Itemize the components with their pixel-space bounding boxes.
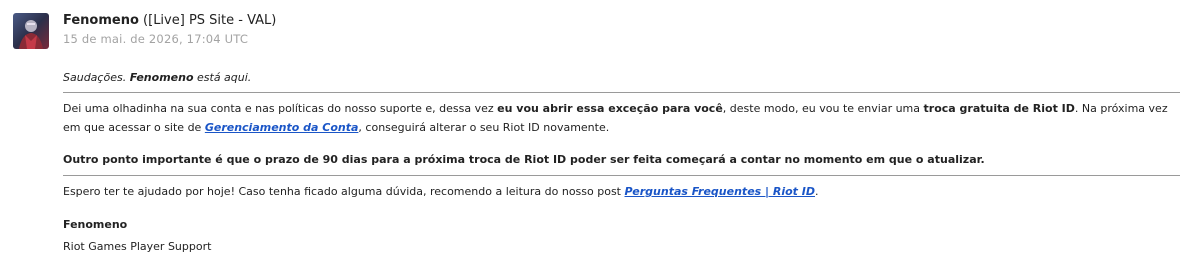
account-management-link[interactable]: Gerenciamento da Conta xyxy=(205,121,359,134)
divider xyxy=(63,92,1180,93)
paragraph-2-text: Outro ponto importante é que o prazo de … xyxy=(63,153,985,166)
author-line: Fenomeno ([Live] PS Site - VAL) xyxy=(63,12,276,30)
author-group: ([Live] PS Site - VAL) xyxy=(143,13,277,28)
comment-timestamp: 15 de mai. de 2026, 17:04 UTC xyxy=(63,32,249,46)
author-name[interactable]: Fenomeno xyxy=(63,13,139,28)
comment-body: Saudações. Fenomeno está aqui. Dei uma o… xyxy=(63,68,1180,256)
avatar-image xyxy=(13,13,49,49)
paragraph-1-text: , conseguirá alterar o seu Riot ID novam… xyxy=(358,121,610,134)
paragraph-3-text: . xyxy=(815,185,819,198)
paragraph-1: Dei uma olhadinha na sua conta e nas pol… xyxy=(63,99,1180,137)
greeting-name: Fenomeno xyxy=(129,71,194,84)
greeting: Saudações. Fenomeno está aqui. xyxy=(63,68,1180,87)
signature-name: Fenomeno xyxy=(63,218,128,231)
paragraph-1-bold-riot-id: troca gratuita de Riot ID xyxy=(923,102,1075,115)
paragraph-1-text: Dei uma olhadinha na sua conta e nas pol… xyxy=(63,102,498,115)
paragraph-3-text: Espero ter te ajudado por hoje! Caso ten… xyxy=(63,185,625,198)
divider xyxy=(63,175,1180,176)
paragraph-1-bold-exception: eu vou abrir essa exceção para você xyxy=(497,102,723,115)
greeting-suffix: está aqui. xyxy=(193,71,252,84)
faq-riot-id-link[interactable]: Perguntas Frequentes | Riot ID xyxy=(625,185,816,198)
agent-avatar[interactable] xyxy=(13,13,49,49)
ticket-comment: Fenomeno ([Live] PS Site - VAL) 15 de ma… xyxy=(0,0,1200,270)
paragraph-1-text: , deste modo, eu vou te enviar uma xyxy=(722,102,924,115)
paragraph-3: Espero ter te ajudado por hoje! Caso ten… xyxy=(63,182,1180,201)
paragraph-2: Outro ponto importante é que o prazo de … xyxy=(63,150,1180,169)
greeting-prefix: Saudações. xyxy=(63,71,130,84)
signature-team: Riot Games Player Support xyxy=(63,240,212,253)
comment-header: Fenomeno ([Live] PS Site - VAL) 15 de ma… xyxy=(63,12,276,46)
